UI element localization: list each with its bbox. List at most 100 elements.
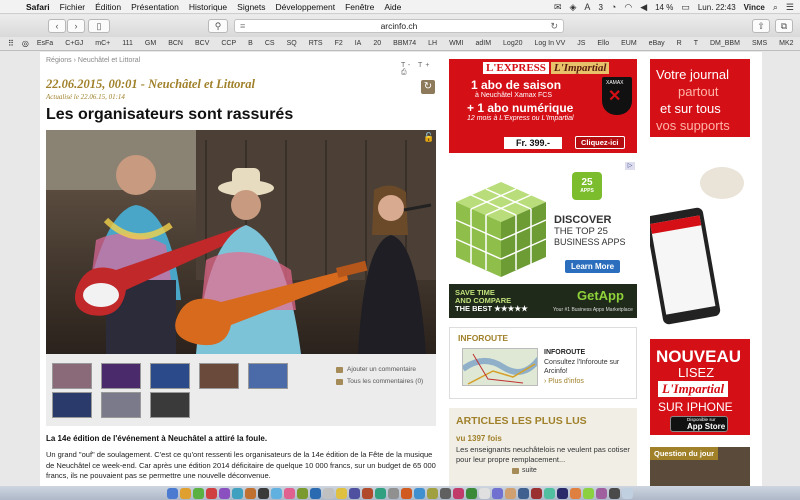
bookmark-item[interactable]: LH [428,40,437,47]
forward-button[interactable]: › [67,19,85,33]
gallery-thumb[interactable] [199,363,239,389]
bookmark-item[interactable]: WMI [449,40,463,47]
bookmark-item[interactable]: CCP [221,40,236,47]
address-bar[interactable]: ≡ arcinfo.ch ↻ [234,19,564,33]
dock-app-icon[interactable] [271,487,282,499]
bookmark-item[interactable]: BBM74 [393,40,416,47]
impartial-ad-skyscraper[interactable]: Votre journal partout et sur tous vos su… [650,59,750,435]
bookmark-item[interactable]: B [248,40,253,47]
gallery-thumb[interactable] [101,363,141,389]
gallery-thumb[interactable] [248,363,288,389]
dock-app-icon[interactable] [336,487,347,499]
dock-app-icon[interactable] [180,487,191,499]
dock-app-icon[interactable] [440,487,451,499]
print-icon[interactable]: ⎙ [401,69,410,76]
bookmark-item[interactable]: Log20 [503,40,522,47]
apple-icon[interactable] [6,2,16,12]
spotlight-icon[interactable]: ⌕ [773,2,778,13]
gallery-thumb[interactable] [101,392,141,418]
bookmark-item[interactable]: IA [355,40,362,47]
back-button[interactable]: ‹ [48,19,66,33]
time-machine-icon[interactable]: ◔ [611,2,616,12]
bookmark-item[interactable]: SQ [287,40,297,47]
dock-app-icon[interactable] [479,487,490,499]
menu-presentation[interactable]: Présentation [131,2,179,12]
sidebar-button[interactable]: ▯ [88,19,110,33]
share-button[interactable]: ⇧ [752,19,770,33]
dock-app-icon[interactable] [401,487,412,499]
dock-app-icon[interactable] [388,487,399,499]
breadcrumb[interactable]: Régions › Neuchâtel et Littoral [46,57,140,64]
menu-fichier[interactable]: Fichier [60,2,86,12]
dock-app-icon[interactable] [492,487,503,499]
dock-app-icon[interactable] [466,487,477,499]
express-ad-banner[interactable]: L'EXPRESS L'Impartial 1 abo de saison à … [449,59,637,153]
dock-app-icon[interactable] [622,487,633,499]
bookmark-item[interactable]: RTS [309,40,323,47]
ad-choices-icon[interactable]: ▷ [625,162,635,170]
all-comments-link[interactable]: Tous les commentaires (0) [336,378,423,385]
dock-app-icon[interactable] [323,487,334,499]
bookmark-item[interactable]: EUM [621,40,637,47]
tabs-button[interactable]: ⧉ [775,19,793,33]
dock-app-icon[interactable] [167,487,178,499]
top-sites-icon[interactable]: ⠿ [8,39,14,48]
bookmark-item[interactable]: adIM [475,40,491,47]
dock-app-icon[interactable] [596,487,607,499]
most-read-more-link[interactable]: suite [512,467,537,474]
clock[interactable]: Lun. 22:43 [698,3,736,12]
bookmark-item[interactable]: BCV [195,40,209,47]
volume-icon[interactable]: ◀ [640,2,647,13]
bookmark-item[interactable]: T [694,40,698,47]
menu-fenetre[interactable]: Fenêtre [345,2,374,12]
menu-historique[interactable]: Historique [189,2,227,12]
text-size-label[interactable]: T- T+ [401,62,432,69]
dock-app-icon[interactable] [258,487,269,499]
dropbox-icon[interactable]: ◈ [570,2,577,13]
bookmark-item[interactable]: JS [577,40,585,47]
article-photo[interactable] [46,130,436,354]
question-du-jour[interactable]: Question du jour [650,447,750,486]
menu-edition[interactable]: Édition [95,2,121,12]
dock-app-icon[interactable] [245,487,256,499]
dock-app-icon[interactable] [297,487,308,499]
bookmark-item[interactable]: SMS [752,40,767,47]
bookmark-item[interactable]: EsFa [37,40,53,47]
battery-percent[interactable]: 14 % [655,3,673,12]
bookmark-item[interactable]: R [677,40,682,47]
most-read-desc[interactable]: Les enseignants neuchâtelois ne veulent … [456,445,634,465]
bookmark-item[interactable]: DM_BBM [710,40,740,47]
reader-button[interactable]: ⚲ [208,19,228,33]
dock-app-icon[interactable] [193,487,204,499]
ad-cta-button[interactable]: Cliquez-ici [575,136,625,149]
reader-view-icon[interactable]: ≡ [240,21,245,31]
dock-app-icon[interactable] [219,487,230,499]
gallery-thumb[interactable] [52,363,92,389]
bookmark-item[interactable]: eBay [649,40,665,47]
dock-app-icon[interactable] [362,487,373,499]
app-store-badge[interactable]: Disponible sur App Store [670,416,728,432]
bookmark-item[interactable]: MK2 [779,40,793,47]
bookmark-item[interactable]: GM [145,40,156,47]
dock-app-icon[interactable] [557,487,568,499]
bookmark-item[interactable]: 111 [122,40,133,47]
reload-icon[interactable]: ↻ [550,21,558,32]
dock-app-icon[interactable] [284,487,295,499]
dock-app-icon[interactable] [349,487,360,499]
dock-app-icon[interactable] [583,487,594,499]
refresh-icon[interactable]: ↻ [421,80,435,94]
dock-app-icon[interactable] [609,487,620,499]
menu-app-safari[interactable]: Safari [26,2,50,12]
add-comment-link[interactable]: Ajouter un commentaire [336,366,416,373]
dock-app-icon[interactable] [206,487,217,499]
gallery-thumb[interactable] [52,392,92,418]
menu-signets[interactable]: Signets [237,2,265,12]
dock-app-icon[interactable] [310,487,321,499]
getapp-ad-banner[interactable]: ▷ 25 APPS DISCOVER THE TOP 25 BUSINESS A… [449,161,637,318]
menu-developpement[interactable]: Développement [276,2,336,12]
bookmark-item[interactable]: mC+ [95,40,110,47]
bookmark-item[interactable]: F2 [335,40,343,47]
text-size-tools[interactable]: T- T+ ⎙ [401,62,436,77]
inforoute-more-link[interactable]: › Plus d'infos [544,378,584,385]
gallery-thumb[interactable] [150,363,190,389]
